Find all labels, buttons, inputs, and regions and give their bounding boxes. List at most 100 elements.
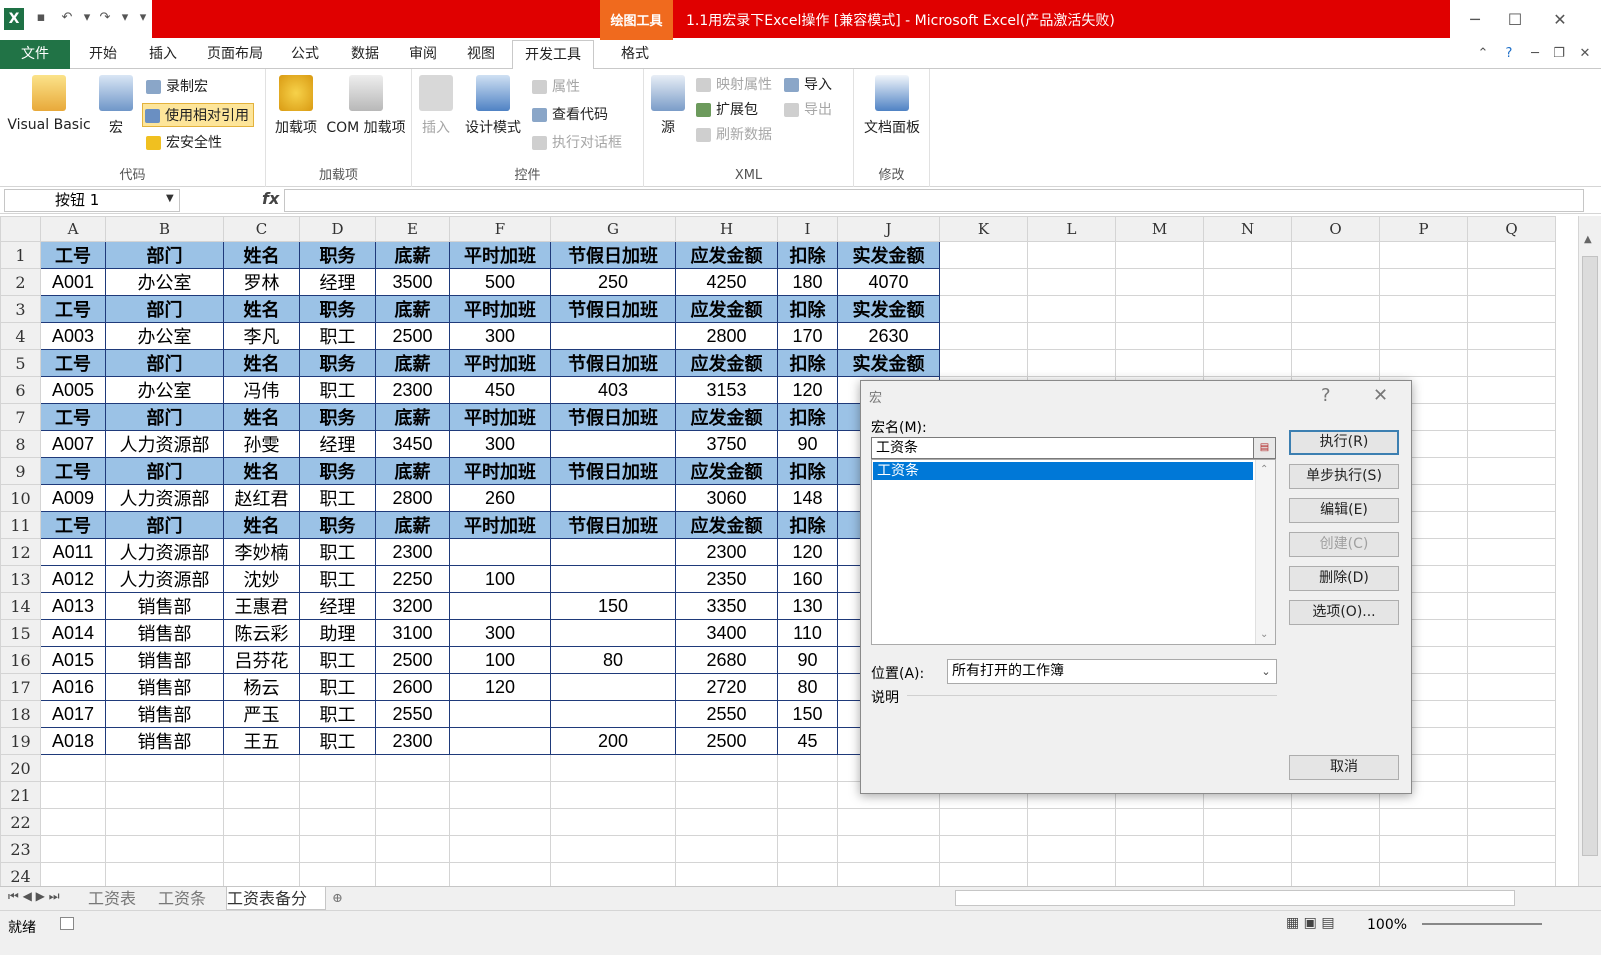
cell[interactable] xyxy=(1467,673,1556,701)
cancel-button[interactable]: 取消 xyxy=(1289,755,1399,780)
cell[interactable] xyxy=(1467,349,1556,377)
cell[interactable] xyxy=(777,781,838,809)
cell[interactable] xyxy=(837,835,940,863)
cell[interactable]: 80 xyxy=(550,646,676,674)
insert-function-icon[interactable]: fx xyxy=(262,189,279,208)
cell[interactable] xyxy=(105,781,224,809)
cell[interactable]: 职工 xyxy=(299,376,376,404)
row-header[interactable]: 19 xyxy=(0,727,41,755)
cell[interactable]: 260 xyxy=(449,484,551,512)
cell[interactable]: 120 xyxy=(777,538,838,566)
cell[interactable]: 2800 xyxy=(675,322,778,350)
use-relative-references-button[interactable]: 使用相对引用 xyxy=(142,103,254,127)
cell[interactable] xyxy=(1467,538,1556,566)
cell[interactable]: 底薪 xyxy=(375,241,450,269)
cell[interactable]: 150 xyxy=(777,700,838,728)
cell[interactable]: 403 xyxy=(550,376,676,404)
cell[interactable]: 吕芬花 xyxy=(223,646,300,674)
tab-review[interactable]: 审阅 xyxy=(400,40,446,69)
cell[interactable] xyxy=(375,835,450,863)
cell[interactable] xyxy=(1027,322,1116,350)
list-scroll-up-icon[interactable]: ⌃ xyxy=(1260,464,1268,475)
cell[interactable] xyxy=(1467,268,1556,296)
column-header[interactable]: A xyxy=(40,216,106,242)
document-panel-button[interactable]: 文档面板 xyxy=(858,75,926,137)
cell[interactable] xyxy=(1467,565,1556,593)
cell[interactable] xyxy=(1115,268,1204,296)
view-code-button[interactable]: 查看代码 xyxy=(530,103,608,127)
row-header[interactable]: 9 xyxy=(0,457,41,485)
cell[interactable] xyxy=(1467,295,1556,323)
column-header[interactable]: O xyxy=(1291,216,1380,242)
cell[interactable] xyxy=(1115,349,1204,377)
cell[interactable]: 销售部 xyxy=(105,673,224,701)
cell[interactable] xyxy=(449,538,551,566)
dialog-close-icon[interactable]: ✕ xyxy=(1373,385,1388,406)
row-header[interactable]: 5 xyxy=(0,349,41,377)
scrollbar-thumb[interactable] xyxy=(1582,256,1598,856)
cell[interactable] xyxy=(1203,268,1292,296)
cell[interactable] xyxy=(675,835,778,863)
cell[interactable]: 应发金额 xyxy=(675,403,778,431)
cell[interactable] xyxy=(299,808,376,836)
sheet-tab-slip[interactable]: 工资条 xyxy=(158,887,222,910)
cell[interactable] xyxy=(1379,295,1468,323)
cell[interactable]: A011 xyxy=(40,538,106,566)
column-header[interactable]: C xyxy=(223,216,300,242)
cell[interactable]: 严玉 xyxy=(223,700,300,728)
row-header[interactable]: 20 xyxy=(0,754,41,782)
addins-button[interactable]: 加载项 xyxy=(270,75,322,137)
cell[interactable]: 扣除 xyxy=(777,241,838,269)
select-all-corner[interactable] xyxy=(0,216,41,242)
cell[interactable] xyxy=(1379,241,1468,269)
cell[interactable]: 姓名 xyxy=(223,457,300,485)
cell[interactable]: 人力资源部 xyxy=(105,430,224,458)
row-header[interactable]: 21 xyxy=(0,781,41,809)
run-button[interactable]: 执行(R) xyxy=(1289,430,1399,455)
cell[interactable]: 500 xyxy=(449,268,551,296)
column-header[interactable]: B xyxy=(105,216,224,242)
visual-basic-button[interactable]: Visual Basic xyxy=(4,75,94,133)
cell[interactable] xyxy=(299,781,376,809)
cell[interactable]: 姓名 xyxy=(223,241,300,269)
cell[interactable]: 姓名 xyxy=(223,349,300,377)
cell[interactable] xyxy=(1115,322,1204,350)
row-header[interactable]: 2 xyxy=(0,268,41,296)
cell[interactable]: 职工 xyxy=(299,700,376,728)
cell[interactable]: 110 xyxy=(777,619,838,647)
tab-insert[interactable]: 插入 xyxy=(140,40,186,69)
row-header[interactable]: 18 xyxy=(0,700,41,728)
cell[interactable]: 人力资源部 xyxy=(105,538,224,566)
cell[interactable]: 120 xyxy=(777,376,838,404)
cell[interactable]: 赵红君 xyxy=(223,484,300,512)
macro-security-button[interactable]: 宏安全性 xyxy=(144,131,222,155)
cell[interactable]: 节假日加班 xyxy=(550,241,676,269)
cell[interactable]: 120 xyxy=(449,673,551,701)
cell[interactable]: 姓名 xyxy=(223,511,300,539)
cell[interactable] xyxy=(40,754,106,782)
excel-logo-icon[interactable]: X xyxy=(4,8,24,30)
cell[interactable]: A012 xyxy=(40,565,106,593)
column-header[interactable]: N xyxy=(1203,216,1292,242)
cell[interactable]: A018 xyxy=(40,727,106,755)
macro-name-input[interactable]: 工资条 xyxy=(871,437,1264,459)
design-mode-button[interactable]: 设计模式 xyxy=(460,75,526,137)
cell[interactable] xyxy=(299,754,376,782)
cell[interactable]: 孙雯 xyxy=(223,430,300,458)
zoom-slider[interactable] xyxy=(1422,923,1542,925)
cell[interactable]: A015 xyxy=(40,646,106,674)
cell[interactable] xyxy=(1203,322,1292,350)
cell[interactable] xyxy=(449,781,551,809)
horizontal-scrollbar[interactable] xyxy=(955,890,1515,906)
cell[interactable] xyxy=(375,754,450,782)
cell[interactable] xyxy=(1467,592,1556,620)
cell[interactable] xyxy=(375,808,450,836)
cell[interactable] xyxy=(299,835,376,863)
cell[interactable]: 2500 xyxy=(375,322,450,350)
cell[interactable]: 助理 xyxy=(299,619,376,647)
cell[interactable]: 部门 xyxy=(105,349,224,377)
sheet-tab-salary[interactable]: 工资表 xyxy=(88,887,152,910)
cell[interactable]: 职工 xyxy=(299,673,376,701)
cell[interactable] xyxy=(40,781,106,809)
cell[interactable] xyxy=(550,700,676,728)
